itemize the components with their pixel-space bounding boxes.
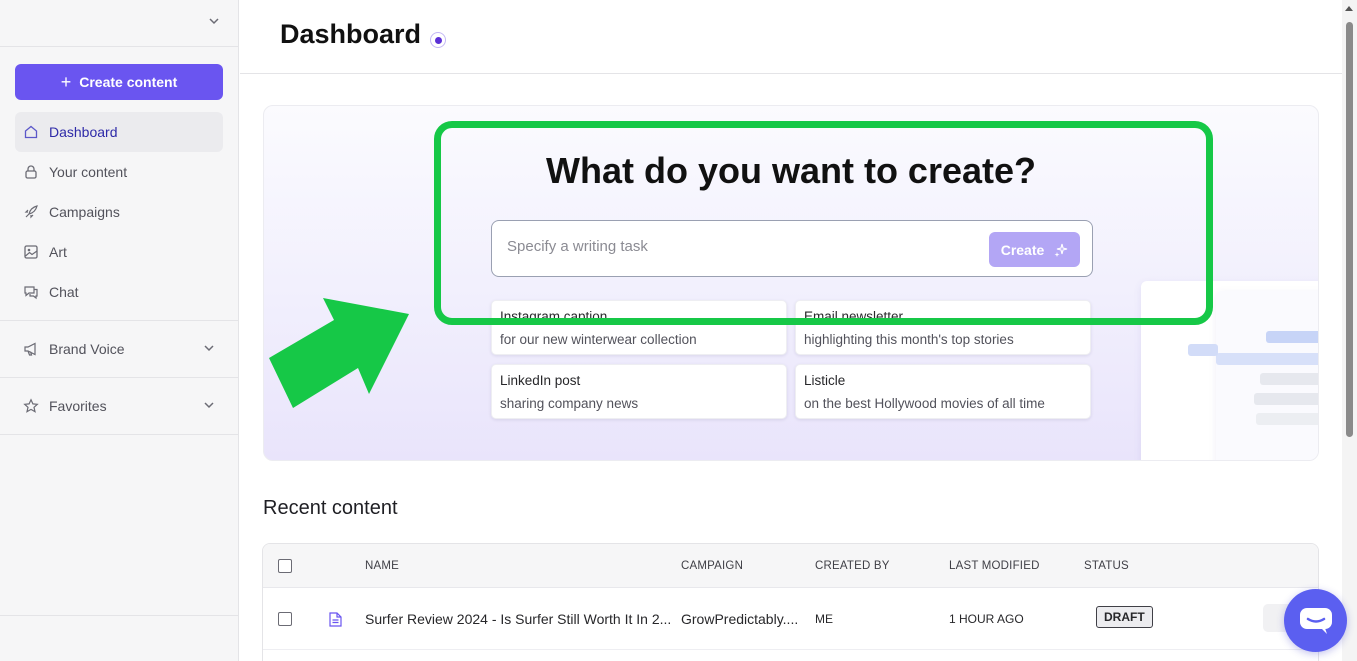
scroll-up-arrow-icon[interactable] — [1345, 6, 1353, 11]
suggestion-subtitle: for our new winterwear collection — [500, 332, 697, 347]
row-campaign: GrowPredictably.... — [681, 611, 799, 627]
row-last-modified: 1 HOUR AGO — [949, 612, 1024, 626]
row-created-by: ME — [815, 612, 833, 626]
create-content-button[interactable]: + Create content — [15, 64, 223, 100]
sidebar-item-dashboard[interactable]: Dashboard — [15, 112, 223, 152]
row-checkbox[interactable] — [278, 612, 292, 626]
suggestion-card-listicle[interactable]: Listicle on the best Hollywood movies of… — [795, 364, 1091, 419]
workspace-switcher[interactable] — [0, 0, 238, 47]
column-header-campaign[interactable]: CAMPAIGN — [681, 560, 743, 572]
support-chat-button[interactable] — [1284, 589, 1347, 652]
chevron-down-icon — [204, 345, 214, 352]
chat-icon — [24, 286, 38, 300]
annotation-arrow-icon — [269, 298, 409, 408]
suggestion-subtitle: highlighting this month's top stories — [804, 332, 1014, 347]
sidebar-item-label: Art — [49, 244, 67, 260]
brand-voice-label: Brand Voice — [49, 341, 125, 357]
sidebar-divider — [0, 377, 239, 378]
column-header-last-modified[interactable]: LAST MODIFIED — [949, 560, 1040, 572]
sidebar-item-chat[interactable]: Chat — [15, 272, 223, 312]
sidebar-item-campaigns[interactable]: Campaigns — [15, 192, 223, 232]
column-header-name[interactable]: NAME — [365, 560, 399, 572]
recent-content-table: NAME CAMPAIGN CREATED BY LAST MODIFIED S… — [262, 543, 1319, 661]
document-icon — [329, 612, 342, 627]
sidebar-item-label: Chat — [49, 284, 79, 300]
annotation-highlight-box — [434, 121, 1213, 325]
column-header-status[interactable]: STATUS — [1084, 560, 1129, 572]
recent-content-heading: Recent content — [263, 497, 398, 519]
sidebar-divider — [0, 320, 239, 321]
sidebar-item-label: Campaigns — [49, 204, 120, 220]
chevron-down-icon — [204, 402, 214, 409]
image-icon — [24, 245, 38, 259]
lock-icon — [25, 165, 37, 179]
page-title: Dashboard — [280, 19, 422, 49]
page-scrollbar[interactable] — [1342, 0, 1357, 661]
select-all-checkbox[interactable] — [278, 559, 292, 573]
sidebar-item-your-content[interactable]: Your content — [15, 152, 223, 192]
sidebar-item-favorites[interactable]: Favorites — [15, 386, 223, 426]
column-header-created-by[interactable]: CREATED BY — [815, 560, 890, 572]
document-illustration — [1188, 344, 1218, 356]
suggestion-subtitle: sharing company news — [500, 396, 639, 411]
sidebar-item-art[interactable]: Art — [15, 232, 223, 272]
sidebar-divider — [0, 615, 239, 616]
plus-icon: + — [60, 72, 72, 92]
table-row[interactable]: Surfer Review 2024 - Is Surfer Still Wor… — [263, 588, 1318, 650]
table-header: NAME CAMPAIGN CREATED BY LAST MODIFIED S… — [263, 544, 1318, 588]
status-indicator-icon[interactable] — [430, 32, 446, 48]
chevron-down-icon — [209, 18, 219, 25]
create-content-label: Create content — [79, 74, 178, 90]
suggestion-subtitle: on the best Hollywood movies of all time — [804, 396, 1045, 411]
home-icon — [24, 125, 38, 139]
status-badge: DRAFT — [1096, 606, 1153, 628]
sidebar-divider — [0, 434, 239, 435]
suggestion-title: LinkedIn post — [500, 373, 581, 388]
sidebar: + Create content Dashboard Your content … — [0, 0, 239, 661]
chat-bubble-icon — [1299, 607, 1332, 634]
sidebar-item-label: Dashboard — [49, 124, 118, 140]
scrollbar-thumb[interactable] — [1346, 22, 1353, 437]
favorites-label: Favorites — [49, 398, 107, 414]
sidebar-nav: Dashboard Your content Campaigns Art Cha… — [15, 112, 223, 312]
document-illustration — [1216, 291, 1318, 460]
sidebar-item-label: Your content — [49, 164, 128, 180]
megaphone-icon — [24, 342, 36, 356]
suggestion-card-linkedin-post[interactable]: LinkedIn post sharing company news — [491, 364, 787, 419]
suggestion-title: Listicle — [804, 373, 846, 388]
rocket-icon — [24, 205, 38, 219]
star-icon — [23, 398, 39, 413]
sidebar-item-brand-voice[interactable]: Brand Voice — [15, 329, 223, 369]
row-name[interactable]: Surfer Review 2024 - Is Surfer Still Wor… — [365, 611, 670, 627]
page-header: Dashboard — [240, 0, 1342, 74]
